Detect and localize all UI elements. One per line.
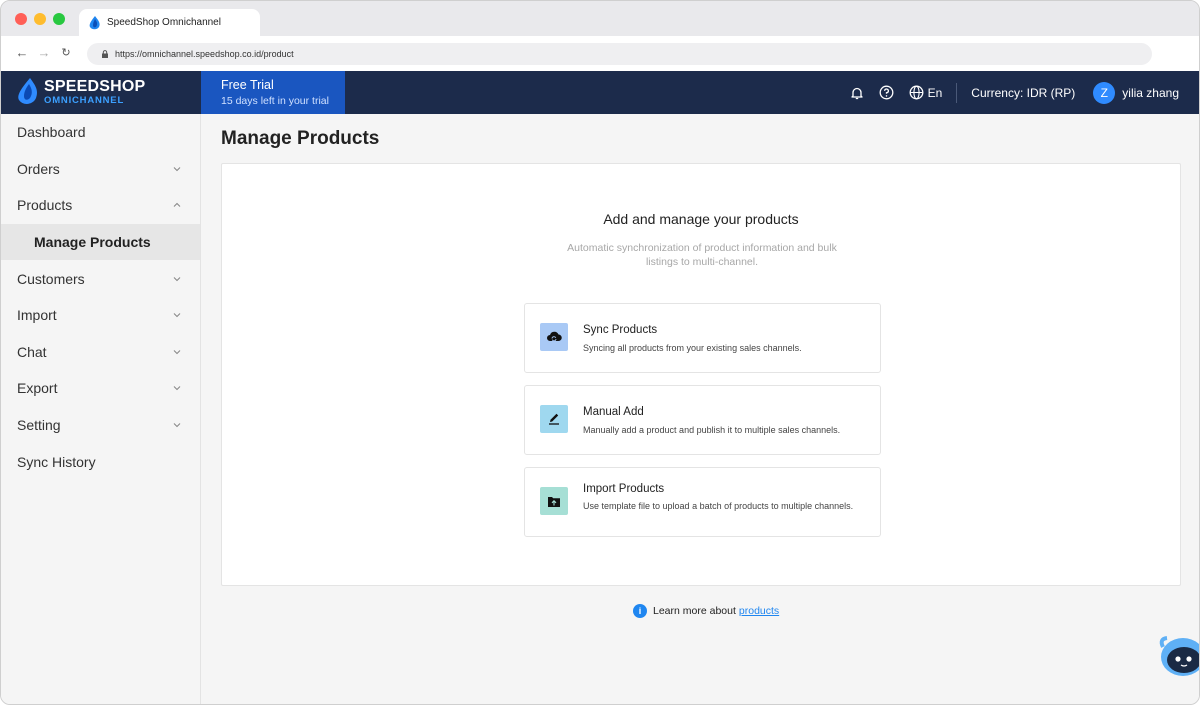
- option-description: Use template file to upload a batch of p…: [583, 501, 854, 511]
- help-icon[interactable]: [879, 85, 895, 101]
- url-input[interactable]: https://omnichannel.speedshop.co.id/prod…: [87, 43, 1152, 65]
- page-title: Manage Products: [221, 128, 380, 149]
- browser-window: SpeedShop Omnichannel ← → ↻ https://omni…: [0, 0, 1200, 705]
- speedshop-favicon-icon: [89, 15, 100, 29]
- minimize-window-button[interactable]: [34, 13, 46, 25]
- import-products-option[interactable]: Import Products Use template file to upl…: [524, 467, 881, 537]
- speedshop-logo-icon: [18, 78, 38, 104]
- chat-assistant-mascot-icon[interactable]: [1157, 631, 1200, 679]
- avatar[interactable]: Z: [1093, 81, 1116, 104]
- cloud-sync-icon: [540, 323, 568, 351]
- url-text: https://omnichannel.speedshop.co.id/prod…: [115, 49, 294, 59]
- option-title: Sync Products: [583, 324, 658, 336]
- browser-tabbar: SpeedShop Omnichannel: [1, 1, 1199, 36]
- sidebar-item-setting[interactable]: Setting: [1, 407, 200, 444]
- trial-title: Free Trial: [221, 78, 274, 92]
- option-title: Manual Add: [583, 406, 644, 418]
- user-name[interactable]: yilia zhang: [1122, 86, 1179, 100]
- chevron-up-icon: [173, 203, 181, 208]
- option-title: Import Products: [583, 483, 665, 495]
- chevron-down-icon: [173, 313, 181, 318]
- option-description: Manually add a product and publish it to…: [583, 425, 841, 435]
- sidebar-item-import[interactable]: Import: [1, 297, 200, 334]
- learn-more-text: Learn more about: [653, 605, 736, 617]
- chevron-down-icon: [173, 386, 181, 391]
- tab-title: SpeedShop Omnichannel: [107, 17, 221, 28]
- trial-days-left: 15 days left in your trial: [221, 95, 329, 107]
- main-content: Manage Products Add and manage your prod…: [201, 114, 1199, 704]
- card-title: Add and manage your products: [603, 211, 799, 227]
- browser-addressbar: ← → ↻ https://omnichannel.speedshop.co.i…: [1, 36, 1199, 71]
- sidebar-item-sync-history[interactable]: Sync History: [1, 443, 200, 480]
- logo-text-bottom: OMNICHANNEL: [44, 94, 125, 106]
- chevron-down-icon: [173, 423, 181, 428]
- reload-icon[interactable]: ↻: [59, 45, 73, 61]
- free-trial-banner[interactable]: Free Trial 15 days left in your trial: [201, 71, 345, 114]
- chevron-down-icon: [173, 167, 181, 172]
- card-subtitle: Automatic synchronization of product inf…: [567, 242, 837, 268]
- back-arrow-icon[interactable]: ←: [15, 45, 29, 61]
- speedshop-logo[interactable]: SPEEDSHOP OMNICHANNEL: [17, 78, 145, 106]
- sidebar-item-manage-products[interactable]: Manage Products: [1, 223, 200, 261]
- close-window-button[interactable]: [15, 13, 27, 25]
- language-label: En: [927, 85, 943, 100]
- sidebar-item-dashboard[interactable]: Dashboard: [1, 114, 200, 151]
- edit-pencil-icon: [540, 405, 568, 433]
- window-controls: [15, 13, 65, 25]
- sidebar: Dashboard Orders Products Manage Product…: [1, 114, 201, 704]
- chevron-down-icon: [173, 276, 181, 281]
- option-description: Syncing all products from your existing …: [583, 343, 802, 353]
- learn-more-row: i Learn more about products: [633, 604, 779, 618]
- currency-selector[interactable]: Currency: IDR (RP): [971, 86, 1075, 100]
- sidebar-item-chat[interactable]: Chat: [1, 334, 200, 371]
- sidebar-item-customers[interactable]: Customers: [1, 260, 200, 297]
- bell-icon[interactable]: [849, 85, 865, 101]
- forward-arrow-icon[interactable]: →: [37, 45, 51, 61]
- globe-icon: [909, 85, 924, 100]
- add-products-card: Add and manage your products Automatic s…: [221, 163, 1181, 586]
- sidebar-item-orders[interactable]: Orders: [1, 151, 200, 188]
- maximize-window-button[interactable]: [53, 13, 65, 25]
- app-header: SPEEDSHOP OMNICHANNEL Free Trial 15 days…: [1, 71, 1199, 114]
- info-icon: i: [633, 604, 647, 618]
- sync-products-option[interactable]: Sync Products Syncing all products from …: [524, 303, 881, 373]
- chevron-down-icon: [173, 349, 181, 355]
- folder-upload-icon: [540, 487, 568, 515]
- manual-add-option[interactable]: Manual Add Manually add a product and pu…: [524, 385, 881, 455]
- products-help-link[interactable]: products: [739, 605, 779, 617]
- language-selector[interactable]: En: [909, 85, 943, 100]
- lock-icon: [102, 50, 108, 58]
- logo-text-top: SPEEDSHOP: [44, 77, 146, 95]
- sidebar-item-export[interactable]: Export: [1, 370, 200, 407]
- header-divider: [956, 82, 958, 103]
- sidebar-item-products[interactable]: Products: [1, 187, 200, 224]
- browser-tab[interactable]: SpeedShop Omnichannel: [79, 9, 260, 36]
